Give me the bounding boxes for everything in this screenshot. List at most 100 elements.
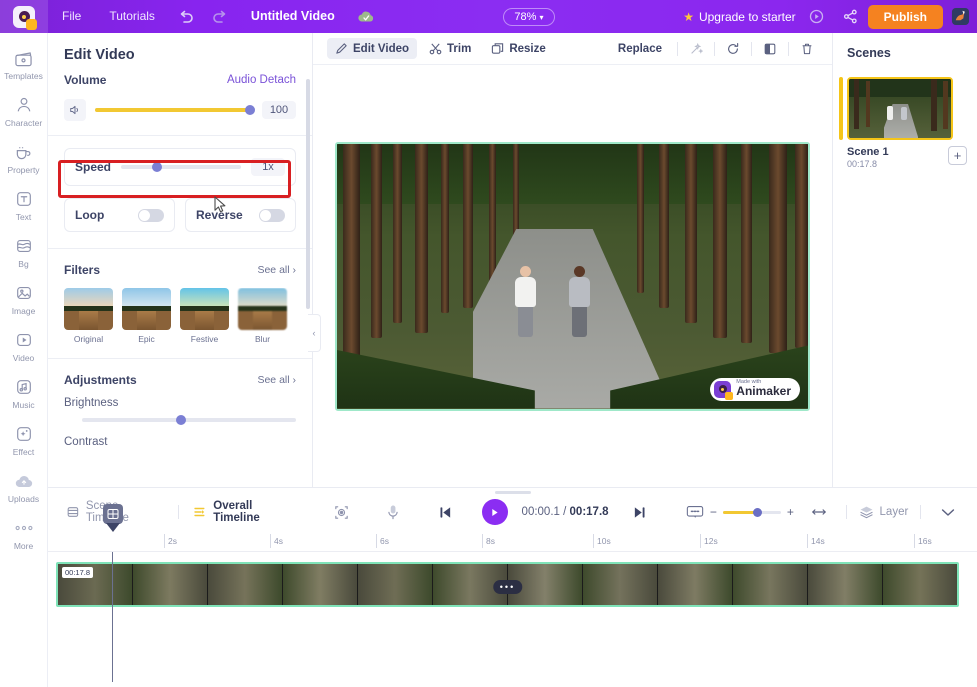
playhead-handle[interactable] (103, 504, 123, 524)
filter-item[interactable]: Epic (122, 288, 171, 344)
overall-timeline-tab[interactable]: Overall Timeline (192, 500, 300, 524)
sidebar-label: Bg (18, 259, 29, 269)
publish-button[interactable]: Publish (867, 4, 944, 29)
add-scene-button[interactable]: + (948, 146, 967, 165)
upgrade-link[interactable]: ★ Upgrade to starter (683, 10, 799, 24)
scene-name: Scene 1 (847, 146, 889, 158)
sidebar-item-character[interactable]: Character (0, 94, 48, 128)
scene-thumbnail[interactable] (847, 77, 953, 140)
redo-icon[interactable] (203, 0, 237, 33)
user-avatar-icon[interactable] (943, 7, 977, 26)
reverse-toggle[interactable] (259, 208, 285, 222)
music-icon (0, 376, 48, 398)
play-button[interactable] (481, 499, 508, 525)
zoom-level-selector[interactable]: 78% ▾ (503, 7, 555, 26)
focus-icon[interactable] (327, 497, 357, 527)
sidebar-item-music[interactable]: Music (0, 376, 48, 410)
filters-see-all[interactable]: See all › (257, 264, 296, 276)
sidebar-item-bg[interactable]: Bg (0, 235, 48, 269)
panel-collapse-button[interactable]: ‹ (308, 314, 321, 352)
project-title[interactable]: Untitled Video (237, 0, 349, 33)
animaker-logo-icon (13, 5, 37, 30)
sidebar-item-property[interactable]: Property (0, 141, 48, 175)
speed-slider[interactable] (121, 162, 241, 172)
clip-frame (283, 564, 358, 605)
panel-title: Edit Video (64, 47, 135, 63)
sidebar-item-image[interactable]: Image (0, 282, 48, 316)
sidebar-item-effect[interactable]: Effect (0, 423, 48, 457)
undo-icon[interactable] (169, 0, 203, 33)
video-canvas[interactable]: Made with Animaker (335, 141, 810, 411)
trim-button[interactable]: Trim (421, 38, 479, 59)
text-icon (0, 188, 48, 210)
microphone-icon[interactable] (379, 497, 409, 527)
speed-value[interactable]: 1x (251, 158, 285, 176)
loop-reverse-row: Loop Reverse (64, 198, 296, 232)
sidebar-label: Effect (12, 447, 35, 457)
skip-back-icon[interactable] (430, 497, 460, 527)
reverse-control[interactable]: Reverse (185, 198, 296, 232)
background-icon (0, 235, 48, 257)
flip-icon[interactable] (759, 38, 781, 60)
ruler-tick: 4s (270, 534, 283, 548)
replace-label: Replace (617, 42, 662, 55)
fit-width-icon[interactable] (804, 497, 834, 527)
app-logo[interactable] (0, 0, 48, 33)
sidebar-item-templates[interactable]: Templates (0, 47, 48, 81)
speed-control[interactable]: Speed 1x (64, 148, 296, 186)
preview-play-icon[interactable] (800, 0, 834, 33)
volume-slider[interactable] (95, 105, 255, 115)
audio-detach-link[interactable]: Audio Detach (227, 74, 296, 86)
property-icon (0, 141, 48, 163)
menu-file[interactable]: File (48, 0, 95, 33)
zoom-in-button[interactable]: + (787, 505, 794, 519)
sidebar-item-text[interactable]: Text (0, 188, 48, 222)
timeline-zoom-slider[interactable] (722, 507, 781, 517)
panel-scrollbar[interactable] (306, 79, 310, 309)
replace-button[interactable]: Replace (610, 39, 670, 59)
zoom-out-button[interactable]: − (710, 505, 717, 519)
share-icon[interactable] (834, 0, 868, 33)
overall-timeline-label: Overall Timeline (213, 500, 260, 524)
scenes-panel: Scenes Scene 1 00:17.8 + (833, 33, 977, 487)
sidebar-item-uploads[interactable]: Uploads (0, 470, 48, 504)
skip-forward-icon[interactable] (625, 497, 655, 527)
filter-item[interactable]: Original (64, 288, 113, 344)
layer-button[interactable]: Layer (859, 505, 908, 519)
speed-slider-knob[interactable] (152, 162, 163, 172)
speaker-icon[interactable] (64, 99, 86, 121)
video-icon (0, 329, 48, 351)
clip-more-dots-icon[interactable]: ••• (492, 580, 523, 594)
sidebar-item-video[interactable]: Video (0, 329, 48, 363)
video-clip[interactable]: 00:17.8 ••• (56, 562, 959, 607)
magic-wand-icon[interactable] (685, 38, 707, 60)
uploads-cloud-icon (0, 470, 48, 492)
image-icon (0, 282, 48, 304)
timeline-section: Scene Timeline Overall Timeline 00:00.1 (48, 487, 977, 687)
menu-tutorials[interactable]: Tutorials (95, 0, 169, 33)
chevron-down-icon[interactable] (933, 497, 963, 527)
filter-item[interactable]: Blur (238, 288, 287, 344)
ruler-tick: 6s (376, 534, 389, 548)
timeline-zoom-knob[interactable] (753, 507, 763, 517)
adjustments-see-all[interactable]: See all › (257, 374, 296, 386)
trash-icon[interactable] (796, 38, 818, 60)
sidebar-item-more[interactable]: More (0, 517, 48, 551)
canvas-stage: Edit Video Trim Resize Replace Made with… (313, 33, 833, 487)
volume-value[interactable]: 100 (262, 101, 296, 119)
brightness-slider[interactable] (82, 415, 296, 425)
sidebar-label: Image (11, 306, 36, 316)
person-walking-right (569, 265, 590, 337)
resize-button[interactable]: Resize (483, 38, 553, 59)
loop-control[interactable]: Loop (64, 198, 175, 232)
timeline-ruler[interactable]: 2s 4s 6s 8s 10s 12s 14s 16s (48, 504, 977, 552)
volume-slider-knob[interactable] (245, 105, 255, 115)
brightness-slider-knob[interactable] (176, 415, 187, 425)
caption-icon[interactable] (680, 497, 710, 527)
rotate-icon[interactable] (722, 38, 744, 60)
volume-section: Volume Audio Detach 100 (48, 73, 312, 121)
loop-toggle[interactable] (138, 208, 164, 222)
edit-video-button[interactable]: Edit Video (327, 38, 418, 59)
filter-item[interactable]: Festive (180, 288, 229, 344)
cloud-saved-icon (357, 10, 375, 23)
